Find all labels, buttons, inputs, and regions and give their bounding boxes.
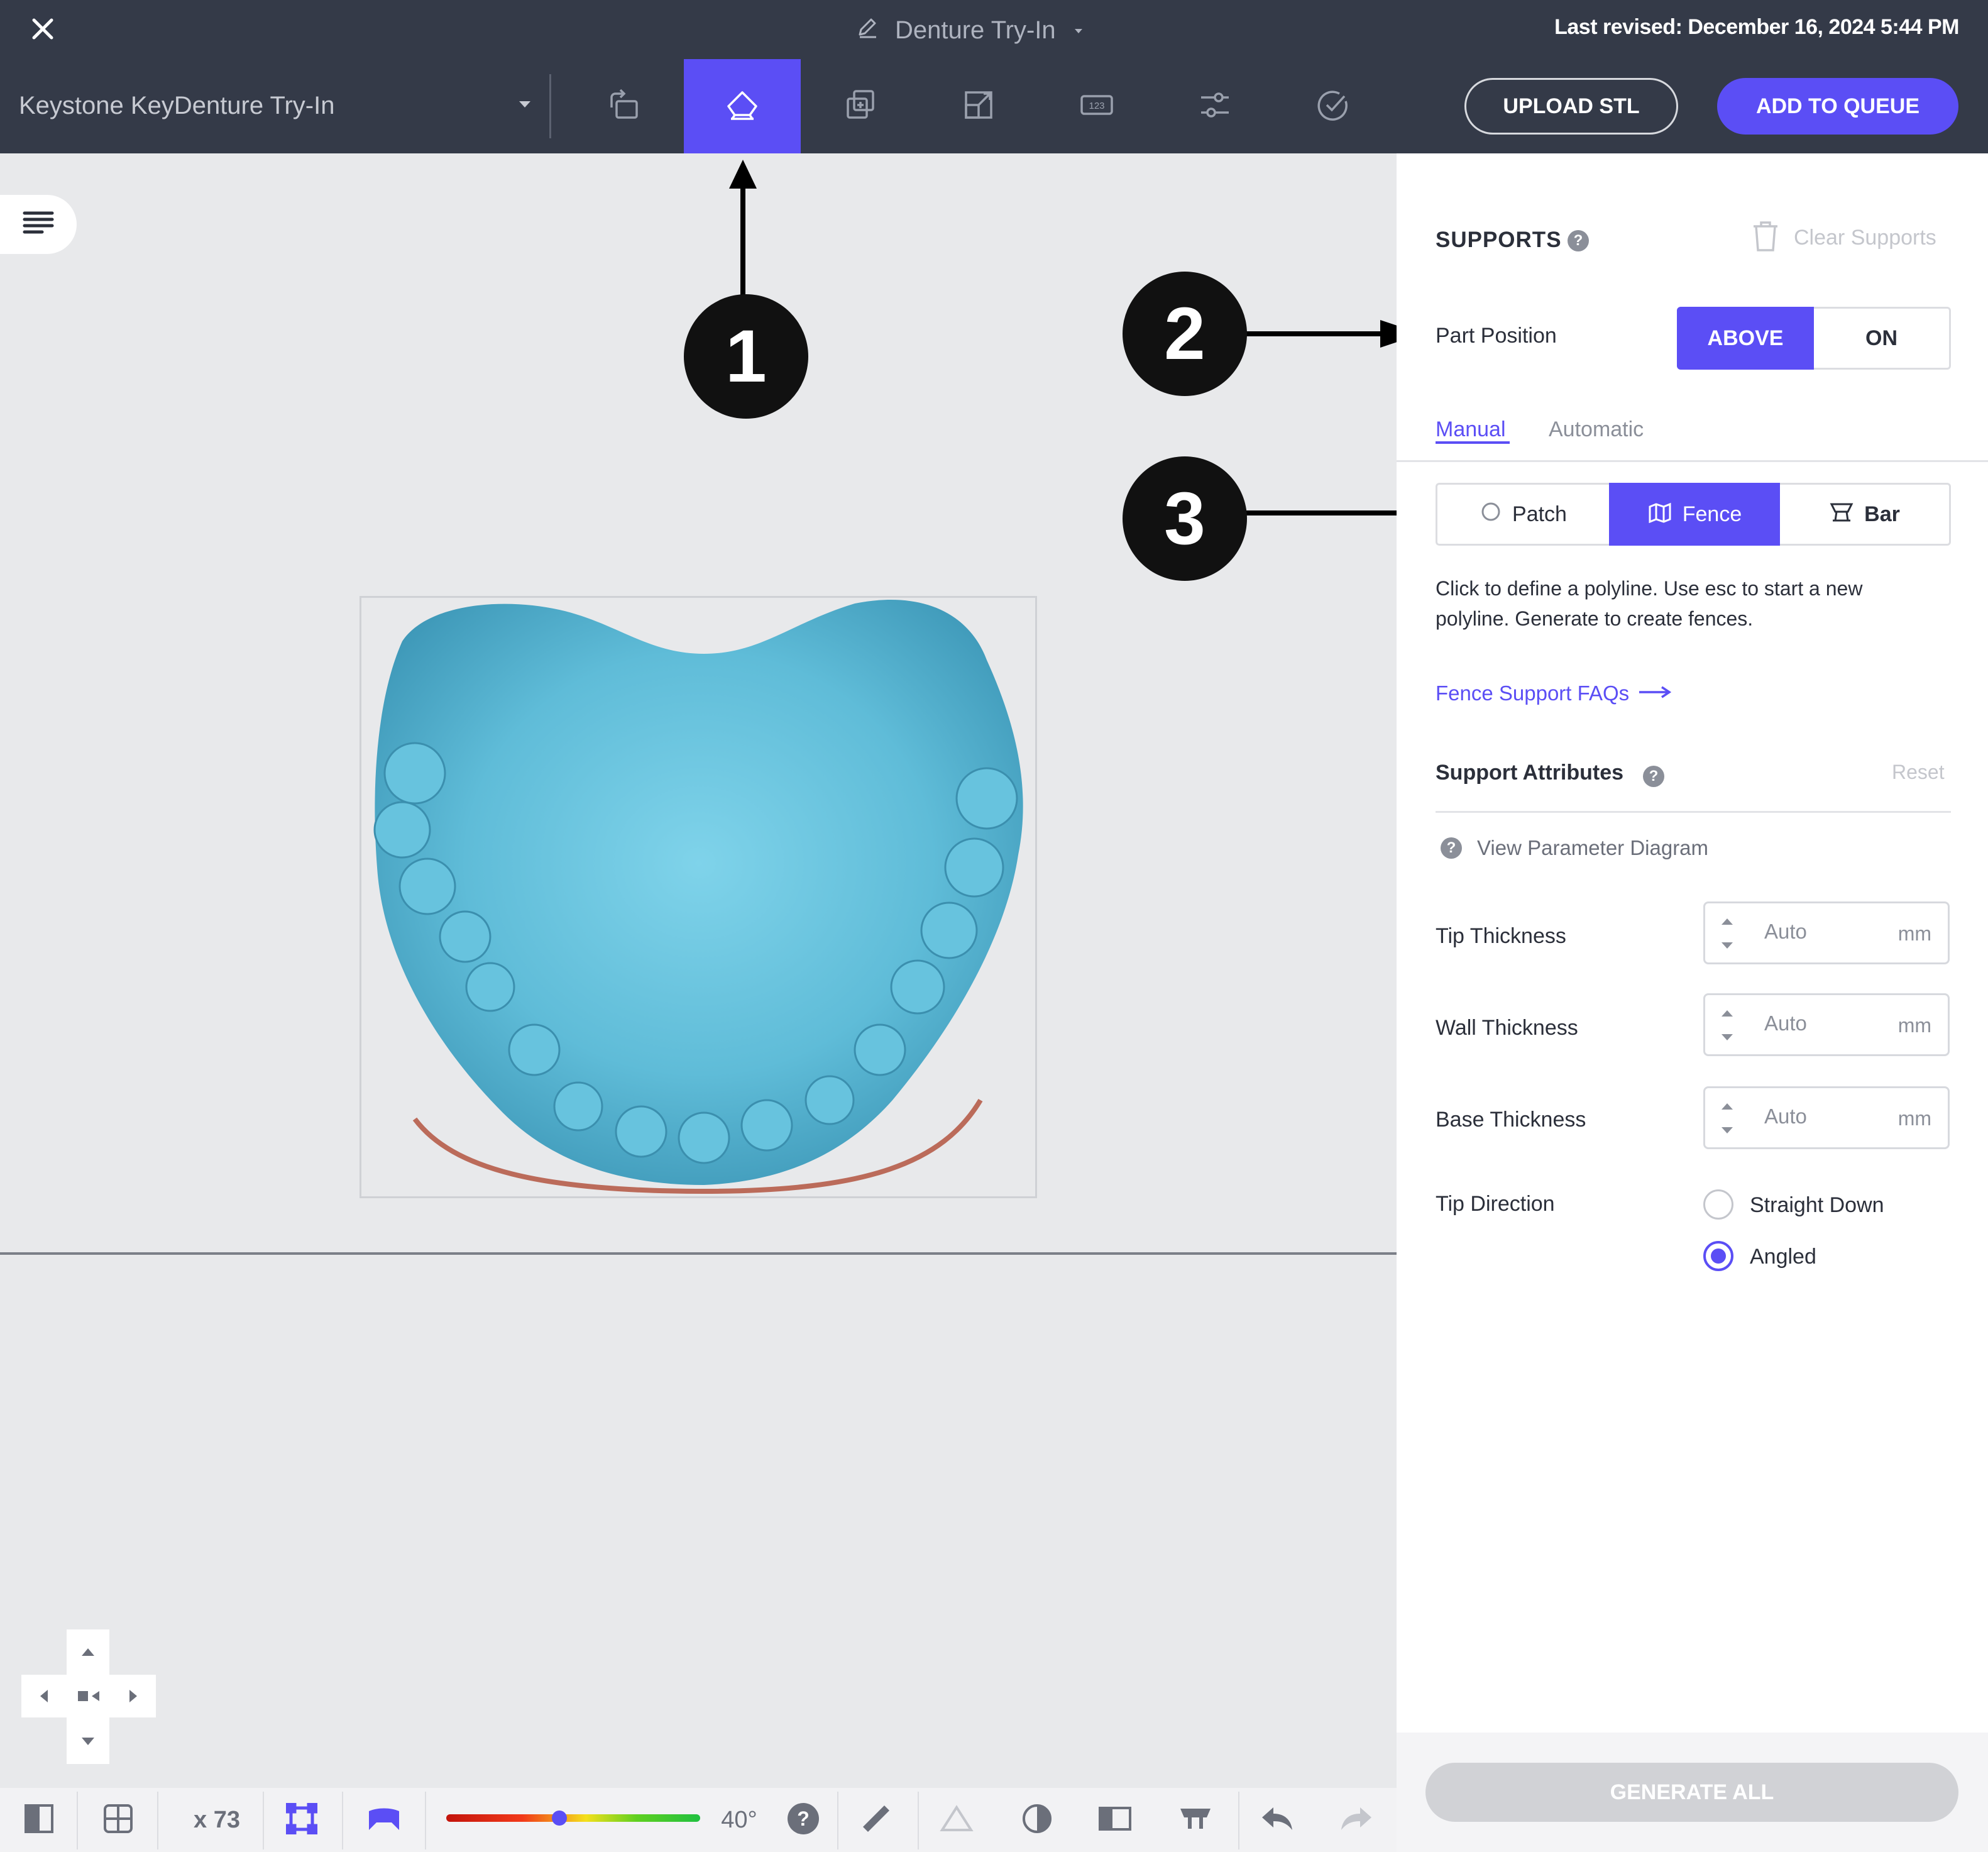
panel-title: SUPPORTS — [1436, 228, 1562, 252]
angled-label[interactable]: Angled — [1750, 1245, 1816, 1269]
separator — [425, 1792, 426, 1849]
generate-all-button[interactable]: GENERATE ALL — [1425, 1763, 1958, 1822]
ruler-icon — [859, 1802, 893, 1839]
separator — [918, 1792, 919, 1849]
stepper-icon[interactable] — [1718, 1098, 1737, 1142]
separator — [77, 1792, 78, 1849]
diagram-help-icon: ? — [1441, 837, 1462, 859]
tabs-divider — [1397, 460, 1988, 462]
part-position-on[interactable]: ON — [1814, 307, 1951, 370]
clear-supports-button[interactable]: Clear Supports — [1751, 220, 1936, 256]
overhang-angle-value: 40° — [721, 1806, 757, 1833]
split-view-icon — [1098, 1806, 1132, 1834]
copy-count[interactable]: x 73 — [170, 1788, 264, 1852]
triangle-icon — [940, 1804, 974, 1836]
overhang-view-button[interactable] — [354, 1788, 414, 1852]
separator — [1238, 1792, 1239, 1849]
wall-thickness-field[interactable]: Auto mm — [1703, 993, 1950, 1056]
fence-faq-label: Fence Support FAQs — [1436, 681, 1630, 705]
wall-thickness-value: Auto — [1764, 1011, 1807, 1035]
arrange-button[interactable] — [92, 1788, 145, 1852]
fence-help-text: Click to define a polyline. Use esc to s… — [1436, 577, 1863, 630]
tip-thickness-field[interactable]: Auto mm — [1703, 901, 1950, 964]
overhang-angle-slider[interactable] — [446, 1814, 700, 1822]
help-icon[interactable]: ? — [1568, 230, 1589, 251]
angled-radio[interactable] — [1703, 1241, 1733, 1271]
patch-icon — [1480, 500, 1502, 529]
redo-icon — [1339, 1805, 1374, 1836]
stepper-icon[interactable] — [1718, 1005, 1737, 1049]
separator — [157, 1792, 158, 1849]
fence-icon — [1647, 500, 1672, 529]
arrow-right-icon — [1638, 685, 1672, 703]
base-thickness-unit: mm — [1897, 1107, 1931, 1130]
view-parameter-diagram-label: View Parameter Diagram — [1477, 836, 1709, 859]
separator — [837, 1792, 838, 1849]
base-thickness-value: Auto — [1764, 1105, 1807, 1128]
layers-panel-button[interactable] — [13, 1788, 65, 1852]
select-frame-icon — [285, 1802, 318, 1838]
wall-thickness-label: Wall Thickness — [1436, 1016, 1578, 1040]
mode-fence[interactable]: Fence — [1609, 483, 1780, 546]
contrast-button[interactable] — [1011, 1788, 1063, 1852]
arrange-icon — [102, 1803, 134, 1838]
select-all-button[interactable] — [275, 1788, 328, 1852]
mode-patch-label: Patch — [1512, 502, 1567, 526]
mode-bar[interactable]: Bar — [1780, 483, 1951, 546]
separator — [342, 1792, 343, 1849]
clear-supports-label: Clear Supports — [1794, 226, 1936, 250]
tip-thickness-value: Auto — [1764, 920, 1807, 943]
callout-1: 1 — [684, 294, 808, 419]
attributes-help-icon[interactable]: ? — [1643, 766, 1664, 787]
panel-toggle-icon — [23, 1803, 55, 1838]
tip-direction-label: Tip Direction — [1436, 1192, 1555, 1216]
part-position-label: Part Position — [1436, 324, 1557, 348]
supports-view-button[interactable] — [1169, 1788, 1222, 1852]
measure-button[interactable] — [850, 1788, 903, 1852]
mode-patch[interactable]: Patch — [1436, 483, 1609, 546]
split-view-button[interactable] — [1089, 1788, 1141, 1852]
bar-icon — [1829, 500, 1854, 529]
attributes-divider — [1436, 811, 1951, 813]
separator — [263, 1792, 264, 1849]
support-attributes-title: Support Attributes — [1436, 761, 1624, 785]
undo-button[interactable] — [1251, 1788, 1304, 1852]
wall-thickness-unit: mm — [1897, 1014, 1931, 1037]
overhang-icon — [366, 1806, 402, 1834]
stepper-icon[interactable] — [1718, 913, 1737, 957]
help-circle-icon: ? — [786, 1802, 820, 1839]
help-button[interactable]: ? — [777, 1788, 830, 1852]
redo-button[interactable] — [1330, 1788, 1383, 1852]
active-tab-underline — [1436, 441, 1510, 444]
trash-icon — [1751, 220, 1780, 256]
mode-bar-label: Bar — [1864, 502, 1900, 526]
tip-thickness-label: Tip Thickness — [1436, 924, 1566, 948]
contrast-icon — [1021, 1803, 1053, 1838]
view-parameter-diagram-link[interactable]: ? View Parameter Diagram — [1441, 836, 1708, 860]
part-position-above[interactable]: ABOVE — [1677, 307, 1814, 370]
reset-button[interactable]: Reset — [1892, 761, 1945, 784]
undo-icon — [1260, 1805, 1295, 1836]
tip-thickness-unit: mm — [1897, 922, 1931, 945]
slider-handle[interactable] — [552, 1811, 567, 1826]
straight-down-label[interactable]: Straight Down — [1750, 1193, 1884, 1218]
base-thickness-field[interactable]: Auto mm — [1703, 1086, 1950, 1149]
svg-text:?: ? — [797, 1807, 810, 1830]
straight-down-radio[interactable] — [1703, 1189, 1733, 1220]
callout-2: 2 — [1123, 272, 1247, 396]
tab-automatic[interactable]: Automatic — [1549, 417, 1644, 442]
callout-3: 3 — [1123, 456, 1247, 581]
mesh-view-button[interactable] — [930, 1788, 983, 1852]
support-table-icon — [1178, 1806, 1213, 1834]
tab-manual[interactable]: Manual — [1436, 417, 1506, 442]
mode-fence-label: Fence — [1682, 502, 1742, 526]
base-thickness-label: Base Thickness — [1436, 1108, 1586, 1132]
fence-faq-link[interactable]: Fence Support FAQs — [1436, 681, 1672, 705]
camera-nav-pad[interactable] — [21, 1629, 156, 1764]
